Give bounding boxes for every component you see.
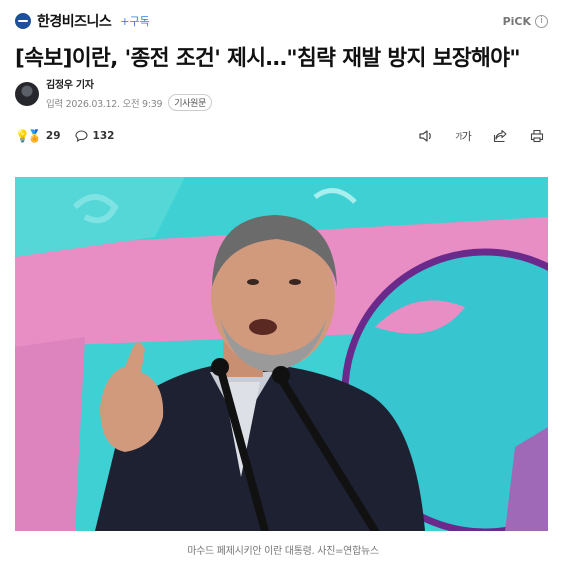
article-toolbar: 💡 🏅 29 132 가가 [15, 125, 549, 147]
pick-badge[interactable]: PiCK i [502, 14, 548, 28]
share-icon [493, 129, 507, 143]
reaction-count: 29 [45, 130, 61, 142]
article-photo[interactable] [15, 177, 548, 531]
reporter-avatar[interactable] [15, 81, 39, 106]
comment-icon [74, 130, 88, 142]
comment-count: 132 [92, 130, 115, 142]
pick-label: PiCK [502, 14, 531, 28]
medal-icon: 🏅 [26, 129, 42, 143]
publish-date-row: 입력 2026.03.12. 오전 9:39 기사원문 [46, 94, 213, 111]
info-icon[interactable]: i [535, 14, 548, 28]
byline: 김정우 기자 입력 2026.03.12. 오전 9:39 기사원문 [15, 76, 213, 111]
reaction-button[interactable]: 💡 🏅 29 [15, 130, 61, 142]
original-article-button[interactable]: 기사원문 [168, 94, 213, 111]
date-prefix: 입력 [46, 98, 63, 110]
tts-button[interactable] [414, 126, 438, 146]
font-size-big-label: 가 [461, 130, 472, 143]
subscribe-button[interactable]: +구독 [120, 13, 149, 29]
press-logo-icon[interactable] [15, 13, 31, 29]
comment-button[interactable]: 132 [74, 130, 115, 142]
photo-illustration [15, 177, 548, 531]
article-headline: [속보]이란, '종전 조건' 제시…"침략 재발 방지 보장해야" [15, 46, 521, 71]
reporter-name[interactable]: 김정우 기자 [46, 76, 212, 91]
print-button[interactable] [525, 126, 549, 146]
share-button[interactable] [488, 126, 512, 146]
speaker-icon [419, 130, 431, 142]
print-icon [530, 129, 544, 143]
photo-caption: 마수드 페제시키안 이란 대통령. 사진=연합뉴스 [187, 546, 379, 557]
press-header: 한경비즈니스 +구독 PiCK i [15, 10, 548, 32]
font-size-button[interactable]: 가가 [451, 126, 475, 146]
publish-date: 2026.03.12. 오전 9:39 [65, 98, 163, 110]
press-name[interactable]: 한경비즈니스 [37, 11, 112, 31]
